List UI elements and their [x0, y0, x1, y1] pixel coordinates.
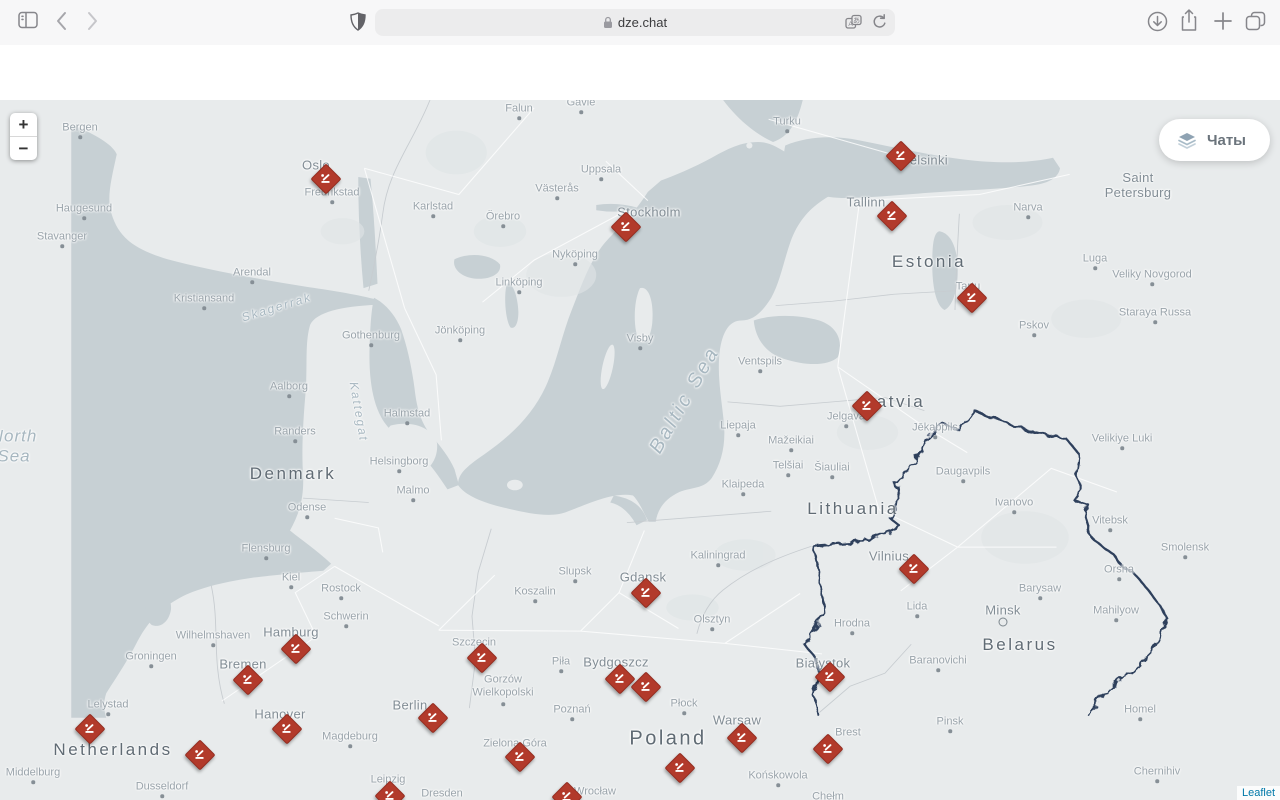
- chat-marker[interactable]: [885, 140, 917, 172]
- share-icon[interactable]: [1180, 9, 1202, 31]
- chats-button[interactable]: Чаты: [1158, 119, 1270, 161]
- chat-marker[interactable]: [814, 661, 846, 693]
- back-icon[interactable]: [55, 11, 77, 33]
- chat-marker[interactable]: [466, 642, 498, 674]
- privacy-shield-icon[interactable]: [350, 12, 372, 34]
- svg-text:A: A: [848, 21, 853, 28]
- address-bar[interactable]: dze.chat あA: [375, 9, 895, 36]
- chat-marker[interactable]: [851, 390, 883, 422]
- chat-marker[interactable]: [630, 671, 662, 703]
- belarus-border-line: [803, 409, 1168, 716]
- chat-marker[interactable]: [232, 664, 264, 696]
- downloads-icon[interactable]: [1147, 11, 1169, 33]
- leaflet-attribution[interactable]: Leaflet: [1236, 786, 1280, 800]
- chat-marker[interactable]: [876, 200, 908, 232]
- layers-icon: [1178, 132, 1196, 149]
- chat-marker[interactable]: [417, 702, 449, 734]
- site-header: dze.chat + Дадаць: [0, 45, 1280, 136]
- chat-marker[interactable]: [812, 733, 844, 765]
- svg-text:あ: あ: [853, 17, 860, 25]
- chat-marker[interactable]: [630, 577, 662, 609]
- chat-marker[interactable]: [271, 713, 303, 745]
- new-tab-icon[interactable]: [1213, 11, 1235, 33]
- chat-marker[interactable]: [664, 752, 696, 784]
- chat-marker[interactable]: [280, 633, 312, 665]
- chat-marker[interactable]: [504, 741, 536, 773]
- chat-marker[interactable]: [374, 780, 406, 800]
- zoom-out-button[interactable]: −: [10, 137, 37, 160]
- zoom-control: + −: [10, 113, 37, 160]
- chat-marker[interactable]: [610, 211, 642, 243]
- chat-marker[interactable]: [956, 282, 988, 314]
- water-shapes: [71, 100, 1060, 718]
- translate-icon[interactable]: あA: [845, 14, 862, 30]
- chats-button-label: Чаты: [1206, 131, 1246, 149]
- sidebar-toggle-icon[interactable]: [18, 11, 40, 33]
- chat-marker[interactable]: [898, 553, 930, 585]
- lock-icon: [603, 16, 612, 28]
- chat-marker[interactable]: [604, 663, 636, 695]
- url-text: dze.chat: [617, 15, 668, 30]
- browser-toolbar: dze.chat あA: [0, 0, 1280, 46]
- zoom-in-button[interactable]: +: [10, 113, 37, 137]
- tab-overview-icon[interactable]: [1245, 11, 1267, 33]
- chat-marker[interactable]: [74, 713, 106, 745]
- forward-icon[interactable]: [87, 11, 109, 33]
- chat-marker[interactable]: [551, 781, 583, 800]
- chat-marker[interactable]: [310, 163, 342, 195]
- chat-marker[interactable]: [726, 722, 758, 754]
- reload-icon[interactable]: [872, 14, 887, 30]
- map-canvas[interactable]: Bergen Haugesund Stavanger Oslo Fredrikstad A…: [0, 100, 1280, 800]
- chat-marker[interactable]: [184, 739, 216, 771]
